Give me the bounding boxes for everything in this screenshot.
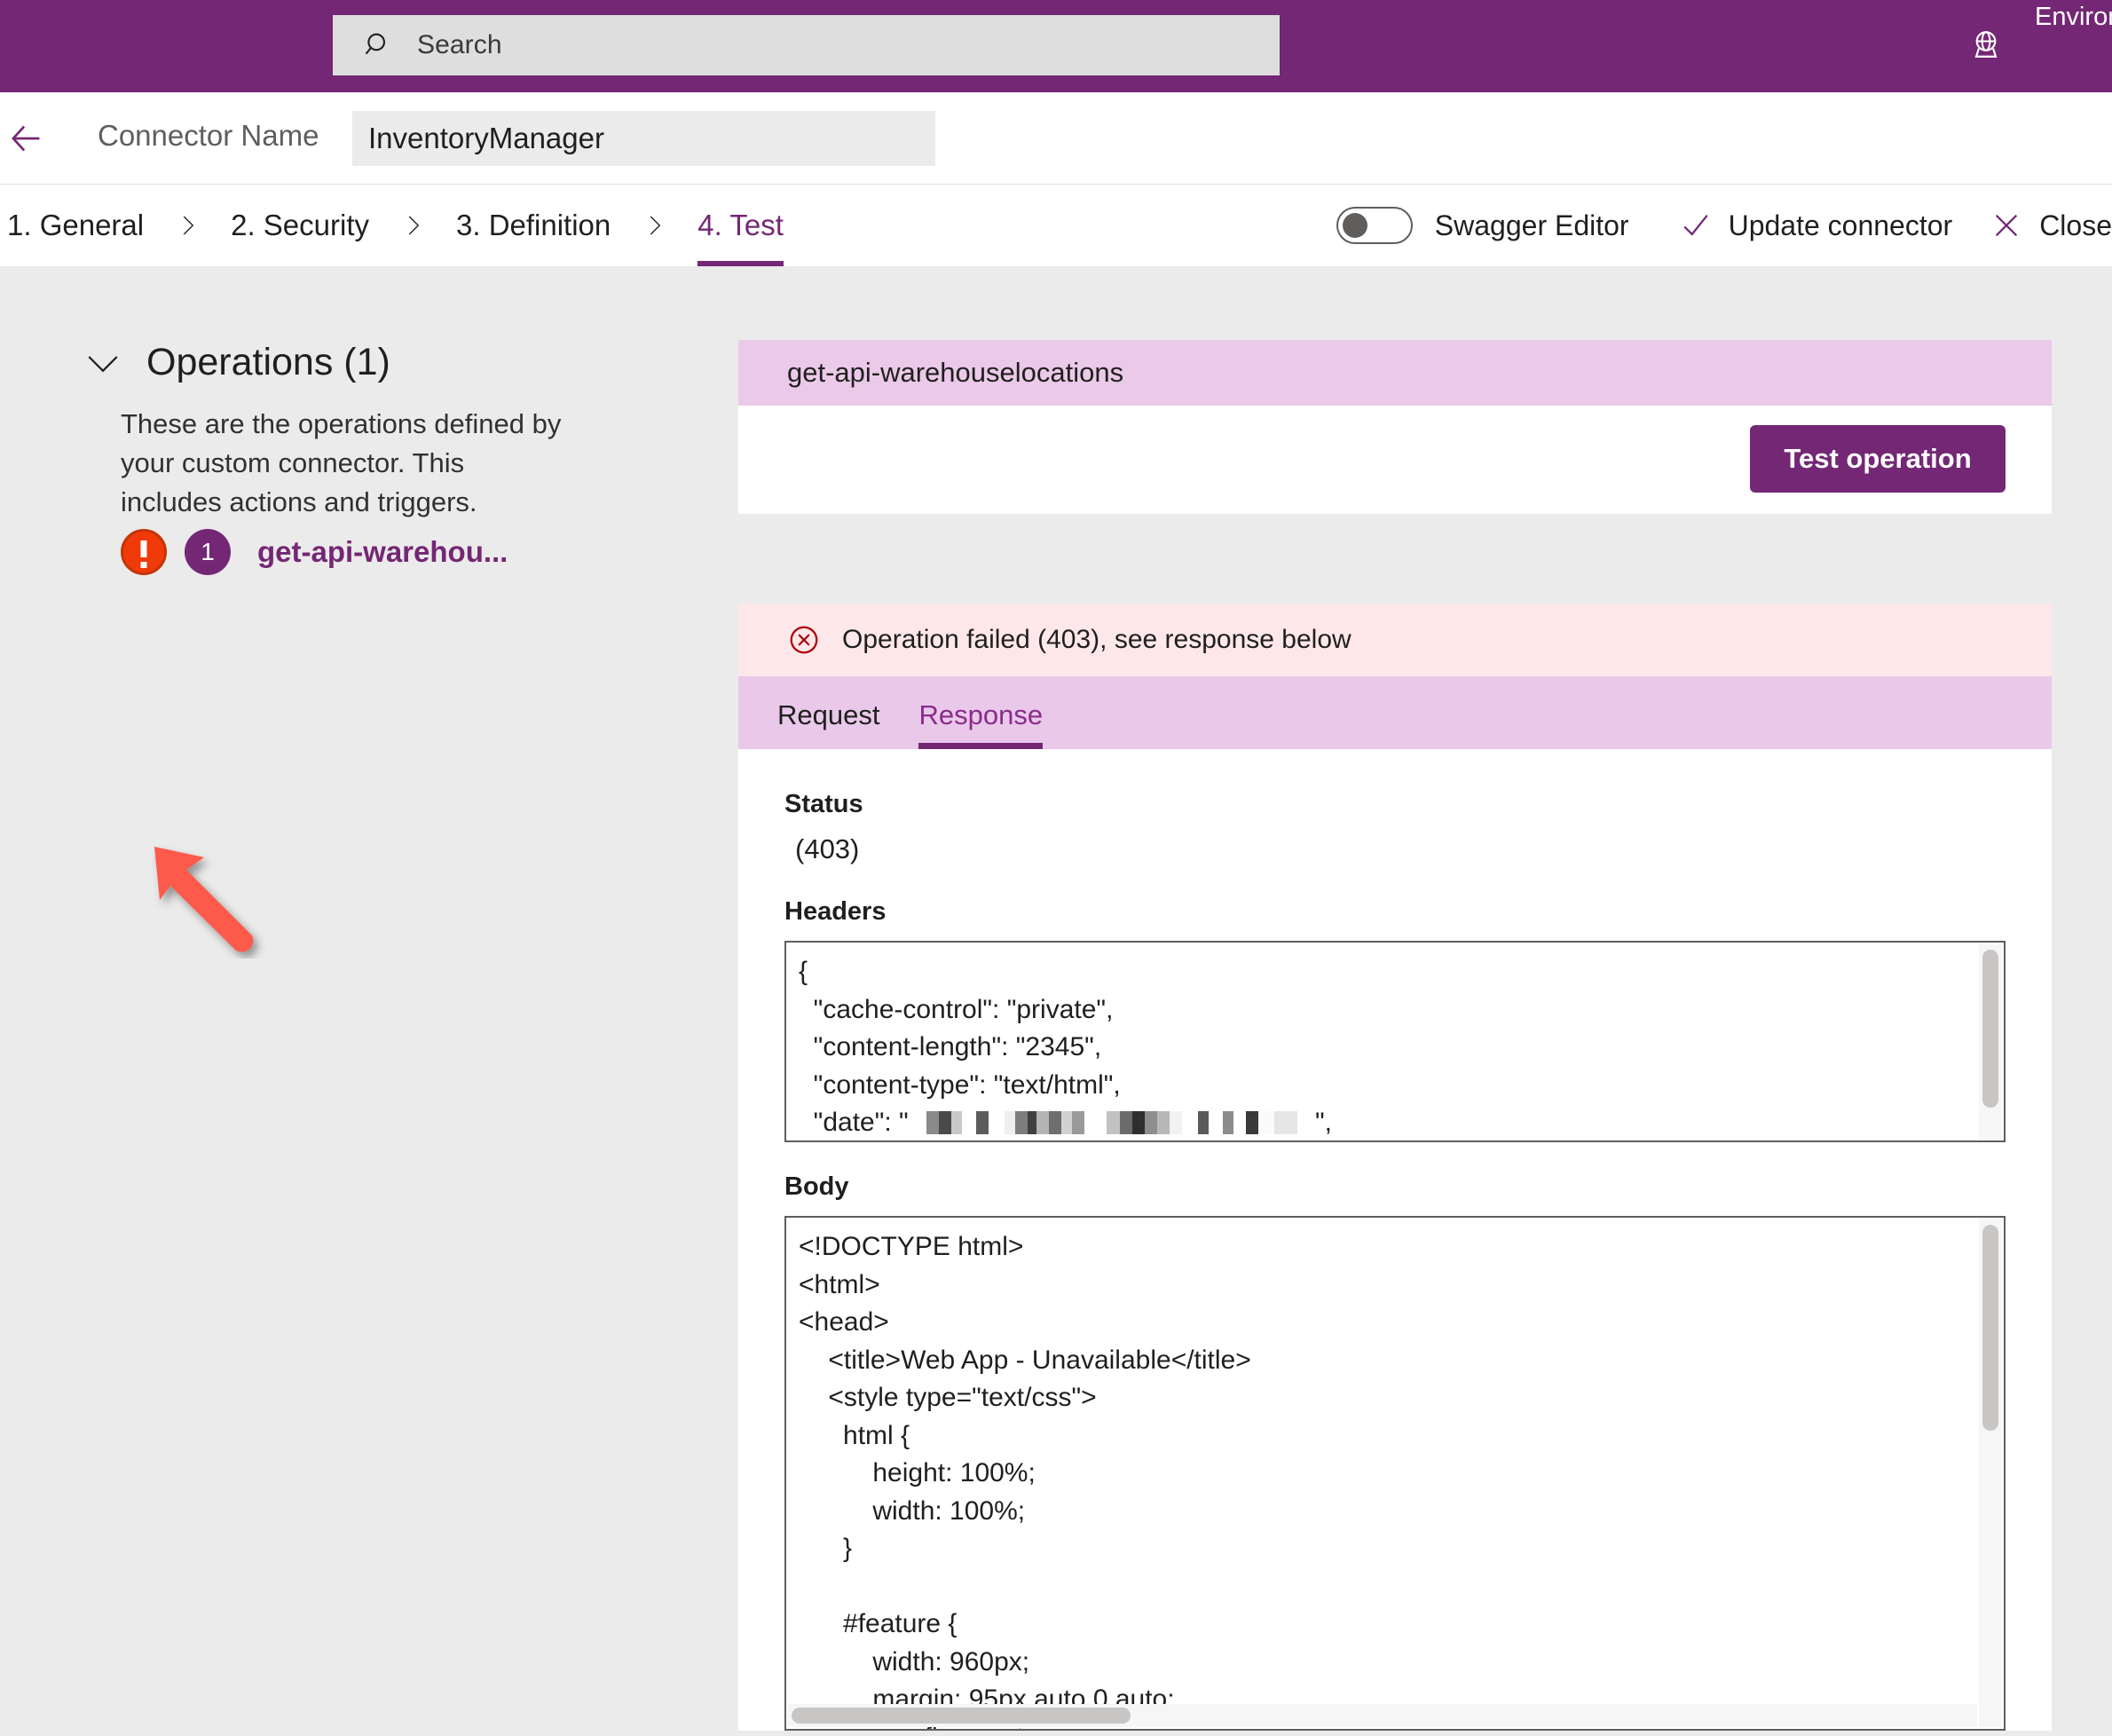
search-placeholder: Search bbox=[417, 30, 502, 60]
status-value: (403) bbox=[795, 833, 2006, 865]
headers-date-prefix: "date": " bbox=[799, 1108, 916, 1137]
globe-icon[interactable] bbox=[1966, 27, 2006, 66]
close-x-icon bbox=[1991, 210, 2021, 241]
connector-name-row: Connector Name bbox=[0, 92, 2112, 185]
body-horizontal-scrollbar[interactable] bbox=[788, 1704, 1977, 1727]
search-input[interactable]: Search bbox=[333, 15, 1280, 75]
back-arrow-icon[interactable] bbox=[7, 118, 48, 159]
response-body: Status (403) Headers { "cache-control": … bbox=[738, 749, 2052, 1731]
swagger-editor-label[interactable]: Swagger Editor bbox=[1435, 209, 1629, 242]
tab-request[interactable]: Request bbox=[758, 699, 899, 749]
headers-text-top: { "cache-control": "private", "content-l… bbox=[799, 957, 1121, 1100]
chevron-right-icon bbox=[641, 212, 667, 239]
checkmark-icon bbox=[1681, 210, 1711, 241]
body-textarea[interactable]: <!DOCTYPE html> <html> <head> <title>Web… bbox=[784, 1216, 2006, 1731]
headers-text: { "cache-control": "private", "content-l… bbox=[786, 943, 2004, 1142]
connector-name-input[interactable] bbox=[352, 111, 935, 166]
toggle-knob bbox=[1343, 213, 1367, 238]
status-label: Status bbox=[784, 790, 2006, 819]
nav-actions: Swagger Editor Update connector Close bbox=[1336, 185, 2112, 266]
operation-card-header: get-api-warehouselocations bbox=[738, 340, 2052, 406]
wizard-nav-row: 1. General 2. Security 3. Definition 4. … bbox=[0, 185, 2112, 266]
headers-textarea[interactable]: { "cache-control": "private", "content-l… bbox=[784, 941, 2006, 1142]
operation-card: get-api-warehouselocations Test operatio… bbox=[738, 340, 2052, 514]
swagger-editor-toggle[interactable] bbox=[1336, 207, 1413, 244]
redacted-date-value bbox=[916, 1111, 1315, 1134]
step-definition[interactable]: 3. Definition bbox=[445, 185, 621, 266]
operation-name-link[interactable]: get-api-warehou... bbox=[257, 535, 508, 569]
operation-index-badge: 1 bbox=[185, 529, 231, 575]
headers-date-suffix: ", bbox=[1315, 1108, 1332, 1137]
scrollbar-thumb[interactable] bbox=[1982, 1225, 1998, 1431]
step-general[interactable]: 1. General bbox=[0, 185, 154, 266]
scrollbar-thumb[interactable] bbox=[792, 1708, 1131, 1724]
step-test[interactable]: 4. Test bbox=[687, 185, 794, 266]
scrollbar-thumb[interactable] bbox=[1982, 950, 1998, 1108]
chevron-right-icon bbox=[174, 212, 201, 239]
operations-title: Operations (1) bbox=[146, 341, 390, 384]
response-card: Operation failed (403), see response bel… bbox=[738, 604, 2052, 1731]
update-connector-button[interactable]: Update connector bbox=[1681, 209, 1953, 242]
update-connector-label: Update connector bbox=[1729, 209, 1953, 242]
body-vertical-scrollbar[interactable] bbox=[1979, 1219, 2002, 1727]
step-security[interactable]: 2. Security bbox=[220, 185, 380, 266]
chevron-right-icon bbox=[399, 212, 426, 239]
operation-card-title: get-api-warehouselocations bbox=[787, 357, 1123, 389]
headers-label: Headers bbox=[784, 897, 2006, 927]
connector-name-label: Connector Name bbox=[98, 119, 319, 153]
response-tabs: Request Response bbox=[738, 676, 2052, 749]
error-banner-message: Operation failed (403), see response bel… bbox=[842, 625, 1352, 655]
operation-card-body: Test operation bbox=[738, 406, 2052, 514]
tab-response[interactable]: Response bbox=[899, 699, 1062, 749]
operations-description: These are the operations defined by your… bbox=[121, 405, 564, 522]
search-icon bbox=[364, 30, 394, 60]
environment-label: Environm bbox=[2035, 3, 2112, 32]
close-button[interactable]: Close bbox=[1991, 209, 2112, 242]
close-label: Close bbox=[2039, 209, 2112, 242]
sidebar-operation-item[interactable]: 1 get-api-warehou... bbox=[121, 529, 508, 575]
top-app-bar: Search Environm bbox=[0, 0, 2112, 92]
content-area: Operations (1) These are the operations … bbox=[0, 266, 2112, 1736]
body-label: Body bbox=[784, 1172, 2006, 1202]
headers-vertical-scrollbar[interactable] bbox=[1979, 944, 2002, 1139]
error-banner: Operation failed (403), see response bel… bbox=[738, 604, 2052, 676]
pointer-arrow-annotation bbox=[151, 843, 271, 959]
body-text: <!DOCTYPE html> <html> <head> <title>Web… bbox=[786, 1218, 2004, 1731]
operations-header[interactable]: Operations (1) bbox=[84, 341, 390, 384]
wizard-steps: 1. General 2. Security 3. Definition 4. … bbox=[0, 185, 794, 266]
error-exclamation-icon bbox=[121, 529, 167, 575]
chevron-down-icon bbox=[84, 344, 122, 382]
test-operation-button[interactable]: Test operation bbox=[1750, 425, 2006, 493]
error-circle-x-icon bbox=[787, 623, 821, 657]
